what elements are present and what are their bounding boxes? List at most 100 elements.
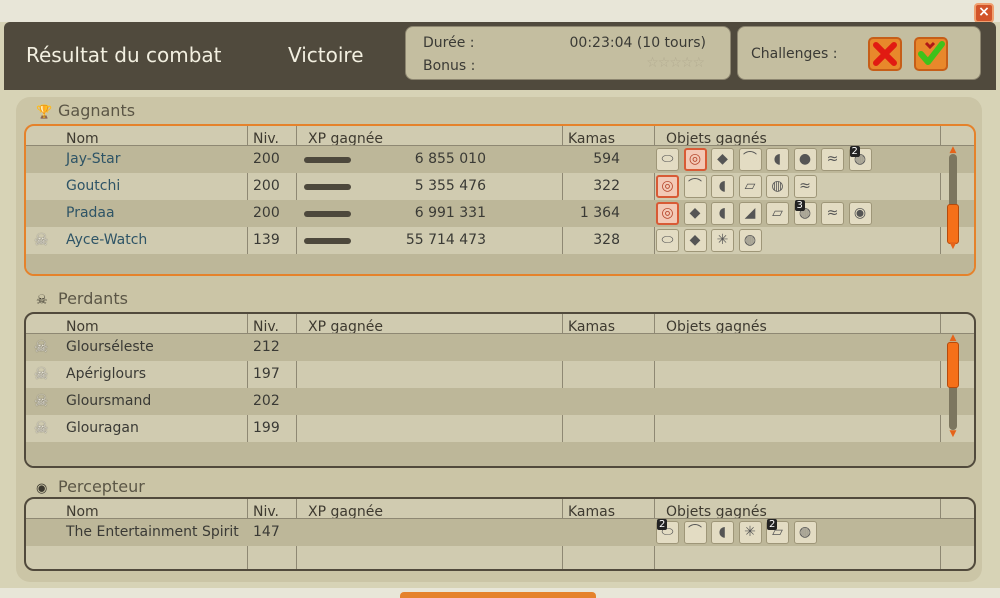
xp-progress-bar bbox=[304, 211, 351, 217]
loot-item-icon[interactable]: ⌒ bbox=[738, 148, 762, 171]
scroll-up-arrow-icon[interactable]: ▲ bbox=[946, 146, 960, 155]
losers-table: Nom Niv. XP gagnée Kamas Objets gagnés ☠ Glour… bbox=[24, 312, 976, 468]
scroll-up-arrow-icon[interactable]: ▲ bbox=[946, 334, 960, 343]
table-row: ☠ Glouragan 199 bbox=[26, 415, 974, 442]
scroll-down-arrow-icon[interactable]: ▼ bbox=[946, 430, 960, 439]
loot-item-icon[interactable]: ◆ bbox=[683, 229, 707, 252]
loot-item-icon[interactable]: ✳ bbox=[711, 229, 734, 252]
loot-item-icon[interactable]: ⬭ 2 bbox=[656, 519, 679, 544]
loot-item-icon[interactable]: ⌒ bbox=[683, 521, 707, 544]
close-button[interactable]: × bbox=[974, 3, 994, 23]
loot-item-icon[interactable]: ◍ bbox=[738, 229, 762, 252]
collector-table: Nom Niv. XP gagnée Kamas Objets gagnés The En… bbox=[24, 497, 976, 571]
loot-item-icon[interactable]: ≈ bbox=[793, 175, 817, 198]
skull-icon: ☠ bbox=[34, 337, 49, 356]
loot-item-icon[interactable]: ≈ bbox=[821, 202, 844, 225]
xp-progress-bar bbox=[304, 184, 351, 190]
table-row: ☠ Ayce-Watch 139 55 714 473 328 ⬭ ◆ ✳ ◍ bbox=[26, 227, 974, 254]
challenges-label: Challenges : bbox=[751, 46, 838, 62]
loot-item-icon[interactable]: ◍ bbox=[793, 521, 817, 544]
scroll-thumb[interactable] bbox=[947, 204, 959, 244]
item-glyph: ✳ bbox=[744, 524, 756, 540]
scroll-down-arrow-icon[interactable]: ▼ bbox=[946, 242, 960, 251]
player-level: 147 bbox=[253, 524, 280, 540]
loot-item-icon[interactable]: ▱ bbox=[766, 202, 789, 225]
item-glyph: ≈ bbox=[799, 178, 811, 194]
item-glyph: ◉ bbox=[853, 205, 867, 221]
loot-item-icon[interactable]: ▱ 2 bbox=[766, 519, 789, 544]
player-level: 212 bbox=[253, 339, 280, 355]
table-row: The Entertainment Spirit 147 ⬭ 2 ⌒ ◖ ✳ ▱ 2 ◍ bbox=[26, 519, 974, 546]
player-level: 200 bbox=[253, 178, 280, 194]
combat-result-window: × Résultat du combat Victoire Durée : 00… bbox=[0, 0, 1000, 598]
loot-item-icon[interactable]: ◍ bbox=[766, 175, 789, 198]
loot-item-icon[interactable]: ◖ bbox=[711, 175, 734, 198]
player-name[interactable]: Jay-Star bbox=[66, 146, 121, 173]
loot-item-icon[interactable]: ▱ bbox=[738, 175, 762, 198]
kamas-value: 322 bbox=[593, 178, 620, 194]
item-glyph: ⌒ bbox=[688, 524, 702, 540]
item-glyph: ≈ bbox=[826, 205, 839, 221]
loot-item-icon[interactable]: ◍ 3 bbox=[793, 200, 817, 225]
loot-item-icon[interactable]: ◎ bbox=[656, 175, 679, 198]
loot-item-icon[interactable]: ✳ bbox=[738, 521, 762, 544]
xp-value: 6 855 010 bbox=[414, 151, 486, 167]
loot-item-icon[interactable]: ◆ bbox=[711, 148, 734, 171]
item-glyph: ◖ bbox=[718, 524, 727, 540]
item-glyph: ⌒ bbox=[743, 151, 757, 167]
loot-item-icon[interactable]: ◉ bbox=[848, 202, 872, 225]
item-glyph: ◍ bbox=[771, 178, 784, 194]
table-row: ☠ Gloursmand 202 bbox=[26, 388, 974, 415]
challenge-failed-icon[interactable] bbox=[868, 37, 902, 71]
table-row: ☠ Glourséleste 212 bbox=[26, 334, 974, 361]
bonus-stars-icon: ☆☆☆☆☆ bbox=[646, 55, 705, 71]
red-cross-icon bbox=[873, 42, 897, 66]
loot-item-icon[interactable]: ◢ bbox=[738, 202, 762, 225]
player-name[interactable]: Ayce-Watch bbox=[66, 227, 147, 254]
loot-item-icon[interactable]: ◎ bbox=[656, 202, 679, 225]
scroll-thumb[interactable] bbox=[947, 342, 959, 388]
challenges-box: Challenges : bbox=[737, 26, 981, 80]
loot-item-icon[interactable]: ◍ 2 bbox=[848, 146, 872, 171]
bottom-tab[interactable] bbox=[400, 592, 596, 598]
player-level: 197 bbox=[253, 366, 280, 382]
item-glyph: ● bbox=[798, 151, 812, 167]
skull-icon: ☠ bbox=[34, 364, 49, 383]
loot-item-icon[interactable]: ≈ bbox=[821, 148, 844, 171]
loot-item-icon[interactable]: ⬭ bbox=[656, 148, 679, 171]
loot-item-icon[interactable]: ◖ bbox=[711, 521, 734, 544]
loot-item-icon[interactable]: ◖ bbox=[766, 148, 789, 171]
loot-item-icon[interactable]: ⌒ bbox=[683, 175, 707, 198]
player-level: 199 bbox=[253, 420, 280, 436]
fight-info-box: Durée : 00:23:04 (10 tours) Bonus : ☆☆☆☆… bbox=[405, 26, 731, 80]
item-glyph: ◆ bbox=[689, 232, 701, 248]
player-name[interactable]: Goutchi bbox=[66, 173, 120, 200]
kamas-value: 594 bbox=[593, 151, 620, 167]
challenge-success-icon[interactable] bbox=[914, 37, 948, 71]
vertical-scrollbar[interactable]: ▲ ▼ bbox=[946, 334, 960, 439]
results-content: 🏆 Gagnants Nom Niv. XP gagnée Kamas Objets ga… bbox=[16, 97, 982, 582]
table-row: ☠ Apériglours 197 bbox=[26, 361, 974, 388]
skull-icon: ☠ bbox=[34, 230, 49, 249]
player-name: Apériglours bbox=[66, 366, 146, 382]
winners-table: Nom Niv. XP gagnée Kamas Objets gagnés Jay-St… bbox=[24, 124, 976, 276]
item-quantity-badge: 2 bbox=[849, 146, 860, 157]
loot-item-icon[interactable]: ⬭ bbox=[656, 229, 679, 252]
player-name[interactable]: Pradaa bbox=[66, 200, 115, 227]
green-check-icon bbox=[918, 41, 945, 65]
player-level: 200 bbox=[253, 151, 280, 167]
loot-item-icon[interactable]: ◆ bbox=[683, 202, 707, 225]
loot-item-icon[interactable]: ● bbox=[793, 148, 817, 171]
loot-item-icon[interactable]: ◖ bbox=[711, 202, 734, 225]
item-glyph: ◍ bbox=[743, 232, 757, 248]
table-row: Jay-Star 200 6 855 010 594 ⬭ ◎ ◆ ⌒ ◖ ● ≈ ◍ 2 bbox=[26, 146, 974, 173]
item-glyph: ◍ bbox=[798, 524, 812, 540]
money-bag-icon: ◉ bbox=[36, 481, 48, 496]
player-name: Glourséleste bbox=[66, 339, 154, 355]
item-glyph: ≈ bbox=[826, 151, 839, 167]
winners-label: Gagnants bbox=[58, 101, 136, 120]
vertical-scrollbar[interactable]: ▲ ▼ bbox=[946, 146, 960, 251]
player-level: 139 bbox=[253, 232, 280, 248]
player-name: Glouragan bbox=[66, 420, 139, 436]
loot-item-icon[interactable]: ◎ bbox=[683, 148, 707, 171]
